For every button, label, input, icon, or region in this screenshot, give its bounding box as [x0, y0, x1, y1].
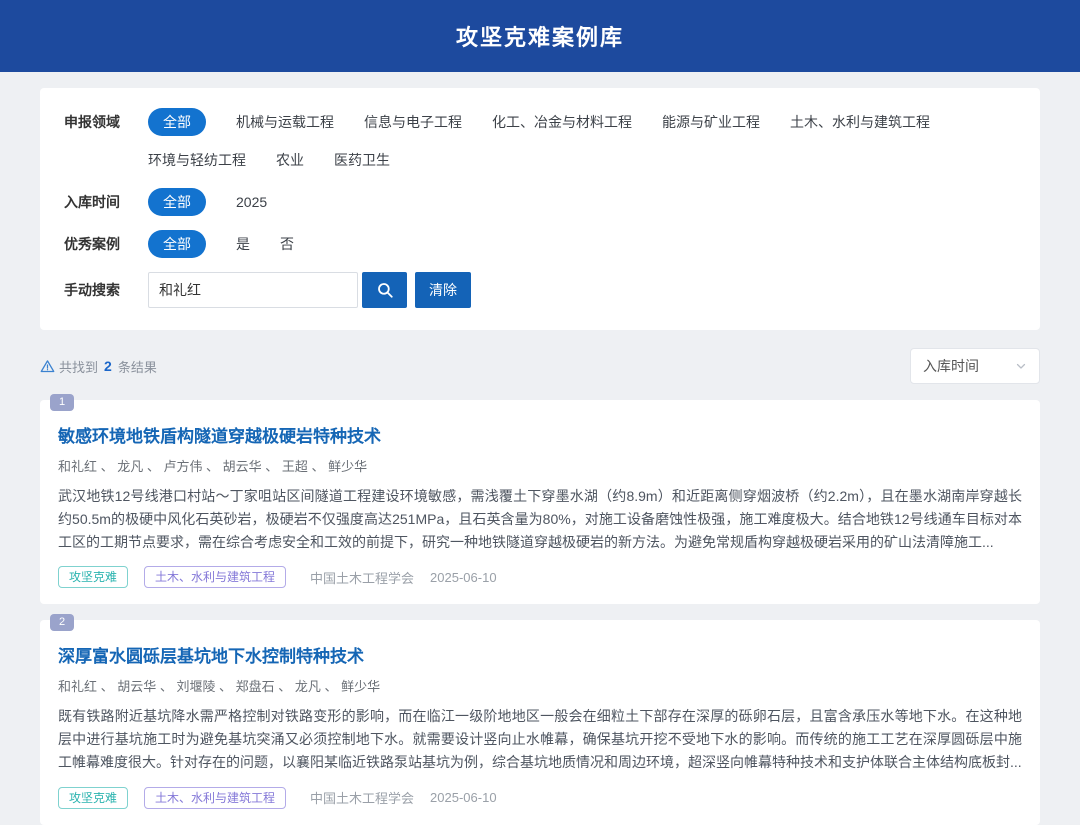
time-option-2025[interactable]: 2025	[236, 188, 267, 216]
filter-row-search: 手动搜索 清除	[64, 272, 1016, 308]
card-description: 武汉地铁12号线港口村站～丁家咀站区间隧道工程建设环境敏感，需浅覆土下穿墨水湖（…	[58, 485, 1022, 554]
field-option-agriculture[interactable]: 农业	[276, 146, 304, 174]
field-option-energy[interactable]: 能源与矿业工程	[662, 108, 760, 136]
clear-button[interactable]: 清除	[415, 272, 471, 308]
card-description: 既有铁路附近基坑降水需严格控制对铁路变形的影响，而在临江一级阶地地区一般会在细粒…	[58, 705, 1022, 774]
excellent-option-yes[interactable]: 是	[236, 230, 250, 258]
field-option-chemical[interactable]: 化工、冶金与材料工程	[492, 108, 632, 136]
filter-row-field: 申报领域 全部 机械与运载工程 信息与电子工程 化工、冶金与材料工程 能源与矿业…	[64, 108, 1016, 174]
page-container: 申报领域 全部 机械与运载工程 信息与电子工程 化工、冶金与材料工程 能源与矿业…	[40, 88, 1040, 825]
card-date: 2025-06-10	[430, 570, 497, 585]
excellent-filter-label: 优秀案例	[64, 230, 148, 258]
results-bar: 共找到 2 条结果 入库时间	[40, 348, 1040, 384]
card-title-link[interactable]: 深厚富水圆砾层基坑地下水控制特种技术	[58, 642, 1022, 667]
card-organization: 中国土木工程学会	[310, 568, 414, 587]
field-option-medical[interactable]: 医药卫生	[334, 146, 390, 174]
results-info: 共找到 2 条结果	[40, 357, 157, 376]
search-button[interactable]	[362, 272, 407, 308]
results-count: 2	[104, 358, 112, 374]
excellent-filter-options: 全部 是 否	[148, 230, 1016, 258]
filter-row-excellent: 优秀案例 全部 是 否	[64, 230, 1016, 258]
card-meta: 攻坚克难 土木、水利与建筑工程 中国土木工程学会 2025-06-10	[58, 787, 1022, 809]
tag-field: 土木、水利与建筑工程	[144, 787, 286, 809]
field-option-electronic[interactable]: 信息与电子工程	[364, 108, 462, 136]
card-date: 2025-06-10	[430, 790, 497, 805]
page-title: 攻坚克难案例库	[456, 20, 624, 52]
field-option-mechanical[interactable]: 机械与运载工程	[236, 108, 334, 136]
card-meta: 攻坚克难 土木、水利与建筑工程 中国土木工程学会 2025-06-10	[58, 566, 1022, 588]
warning-icon	[40, 359, 55, 374]
field-option-civil[interactable]: 土木、水利与建筑工程	[790, 108, 930, 136]
result-card: 2 深厚富水圆砾层基坑地下水控制特种技术 和礼红 、 胡云华 、 刘堰陵 、 郑…	[40, 620, 1040, 824]
time-filter-options: 全部 2025	[148, 188, 1016, 216]
search-icon	[376, 281, 394, 299]
tag-category: 攻坚克难	[58, 566, 128, 588]
tag-category: 攻坚克难	[58, 787, 128, 809]
app-header: 攻坚克难案例库	[0, 0, 1080, 72]
card-title-link[interactable]: 敏感环境地铁盾构隧道穿越极硬岩特种技术	[58, 422, 1022, 447]
filter-panel: 申报领域 全部 机械与运载工程 信息与电子工程 化工、冶金与材料工程 能源与矿业…	[40, 88, 1040, 330]
card-authors: 和礼红 、 胡云华 、 刘堰陵 、 郑盘石 、 龙凡 、 鲜少华	[58, 676, 1022, 695]
card-index-badge: 1	[50, 394, 74, 411]
time-filter-label: 入库时间	[64, 188, 148, 216]
sort-select-value: 入库时间	[923, 356, 979, 376]
card-index-badge: 2	[50, 614, 74, 631]
result-card: 1 敏感环境地铁盾构隧道穿越极硬岩特种技术 和礼红 、 龙凡 、 卢方伟 、 胡…	[40, 400, 1040, 604]
field-option-all[interactable]: 全部	[148, 108, 206, 136]
filter-row-time: 入库时间 全部 2025	[64, 188, 1016, 216]
time-option-all[interactable]: 全部	[148, 188, 206, 216]
card-organization: 中国土木工程学会	[310, 788, 414, 807]
field-option-environment[interactable]: 环境与轻纺工程	[148, 146, 246, 174]
search-label: 手动搜索	[64, 272, 148, 308]
field-filter-label: 申报领域	[64, 108, 148, 136]
excellent-option-no[interactable]: 否	[280, 230, 294, 258]
tag-field: 土木、水利与建筑工程	[144, 566, 286, 588]
results-found-suffix: 条结果	[118, 357, 157, 376]
field-filter-options: 全部 机械与运载工程 信息与电子工程 化工、冶金与材料工程 能源与矿业工程 土木…	[148, 108, 1016, 174]
chevron-down-icon	[1015, 360, 1027, 372]
card-authors: 和礼红 、 龙凡 、 卢方伟 、 胡云华 、 王超 、 鲜少华	[58, 456, 1022, 475]
search-input[interactable]	[148, 272, 358, 308]
results-found-prefix: 共找到	[59, 357, 98, 376]
excellent-option-all[interactable]: 全部	[148, 230, 206, 258]
sort-select[interactable]: 入库时间	[910, 348, 1040, 384]
